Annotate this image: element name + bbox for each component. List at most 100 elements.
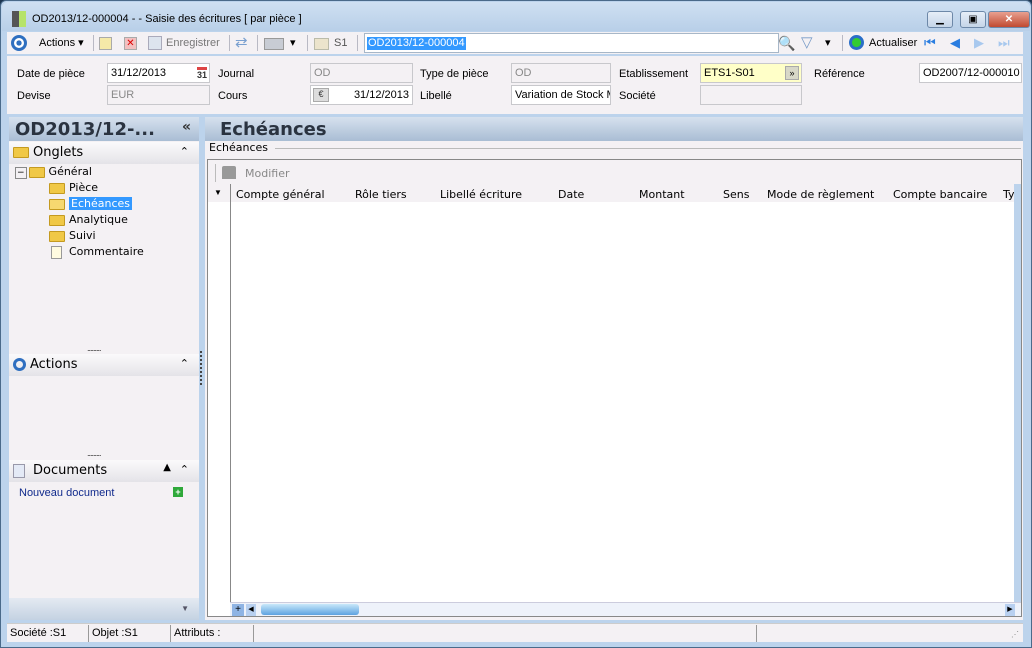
tree-item-suivi[interactable]: Suivi <box>15 229 195 245</box>
status-attributs: Attributs : <box>171 625 254 642</box>
modify-icon <box>222 166 236 179</box>
column-chooser-icon[interactable]: ▼ <box>214 188 222 197</box>
document-icon <box>51 245 62 259</box>
separator <box>93 35 94 51</box>
scrollbar-thumb[interactable] <box>261 604 359 615</box>
cours-label: Cours <box>218 90 248 102</box>
cours-value: 31/12/2013 <box>353 89 409 101</box>
sync-icon[interactable]: ⇄ <box>235 35 248 51</box>
cours-field[interactable]: €31/12/2013 <box>310 85 413 105</box>
company-button[interactable]: S1 <box>334 35 347 51</box>
new-icon[interactable] <box>99 37 112 50</box>
header-form: Date de pièce 31/12/2013 31 Devise EUR Jo… <box>7 56 1023 114</box>
onglets-header[interactable]: Onglets ⌃ <box>9 142 199 164</box>
separator <box>357 35 358 51</box>
documents-header[interactable]: Documents ▲ ⌃ <box>9 460 199 482</box>
collapse-panel-button[interactable]: « <box>182 119 191 135</box>
panel-scroll-down-button[interactable]: ▼ <box>9 598 199 620</box>
expand-icon[interactable]: − <box>15 167 27 179</box>
add-document-icon[interactable]: + <box>173 487 183 497</box>
close-button[interactable]: ✕ <box>988 11 1030 28</box>
vertical-scrollbar[interactable] <box>1014 184 1021 602</box>
separator <box>215 164 216 182</box>
etablissement-label: Etablissement <box>619 68 689 80</box>
new-document-link[interactable]: Nouveau document <box>19 487 114 499</box>
section-title: Echéances <box>205 117 1023 141</box>
column-header-date[interactable]: Date <box>558 188 584 201</box>
actions-menu[interactable]: Actions ▾ <box>39 35 84 51</box>
first-record-icon[interactable]: ⏮ <box>924 35 936 51</box>
column-header-compte-general[interactable]: Compte général <box>236 188 325 201</box>
tree-label: Echéances <box>69 197 132 210</box>
actions-header[interactable]: Actions ⌃ <box>9 354 199 376</box>
tree-item-echeances[interactable]: Echéances <box>15 197 195 213</box>
left-panel: OD2013/12-... « Onglets ⌃ − Général Pièce E… <box>9 117 199 620</box>
toolbar: Actions ▾ ✕ Enregistrer ⇄ ▾ S1 OD2013/12… <box>7 32 1023 54</box>
devise-field[interactable]: EUR <box>107 85 210 105</box>
separator <box>229 35 230 51</box>
tree-item-piece[interactable]: Pièce <box>15 181 195 197</box>
group-label: Echéances <box>209 141 268 154</box>
folder-icon <box>49 214 65 226</box>
scroll-right-button[interactable]: ▶ <box>1005 604 1015 616</box>
collapse-icon[interactable]: ⌃ <box>180 357 189 370</box>
libelle-field[interactable]: Variation de Stock M <box>511 85 611 105</box>
resize-grip-icon[interactable]: ⋰ <box>1011 630 1019 639</box>
folder-icon <box>314 38 329 50</box>
refresh-button[interactable]: Actualiser <box>869 35 917 51</box>
print-icon[interactable] <box>264 38 284 50</box>
scroll-up-icon[interactable]: ▲ <box>163 462 171 473</box>
splitter-handle[interactable]: ......... <box>87 448 101 458</box>
collapse-icon[interactable]: ⌃ <box>180 145 189 158</box>
tree-label: Analytique <box>69 213 128 226</box>
actions-icon <box>13 358 26 371</box>
column-header-sens[interactable]: Sens <box>723 188 749 201</box>
minimize-button[interactable]: ▁ <box>927 11 953 28</box>
vertical-splitter[interactable] <box>200 351 202 385</box>
type-field[interactable]: OD <box>511 63 611 83</box>
devise-label: Devise <box>17 90 51 102</box>
tree-node-general[interactable]: − Général <box>15 165 195 181</box>
horizontal-scrollbar[interactable]: + ◀ ▶ <box>230 602 1021 616</box>
actions-label: Actions <box>30 357 78 372</box>
modify-button[interactable]: Modifier <box>245 167 289 180</box>
save-button[interactable]: Enregistrer <box>166 35 220 51</box>
collapse-icon[interactable]: ⌃ <box>180 463 189 476</box>
onglets-label: Onglets <box>33 145 84 160</box>
filter-icon[interactable]: ▽ <box>801 35 813 51</box>
delete-icon[interactable]: ✕ <box>124 37 137 50</box>
reference-field[interactable]: OD2007/12-000010 <box>919 63 1022 83</box>
record-title-text: OD2013/12-... <box>15 119 155 140</box>
maximize-button[interactable]: ▣ <box>960 11 986 28</box>
etablissement-field[interactable]: ETS1-S01 » <box>700 63 802 83</box>
column-header-libelle-ecriture[interactable]: Libellé écriture <box>440 188 522 201</box>
societe-field[interactable] <box>700 85 802 105</box>
search-icon[interactable]: 🔍 <box>778 35 795 51</box>
filter-dropdown-icon[interactable]: ▾ <box>825 35 831 51</box>
dropdown-icon[interactable]: » <box>785 66 799 80</box>
tree-item-commentaire[interactable]: Commentaire <box>15 245 195 261</box>
splitter-handle[interactable]: ......... <box>87 343 101 353</box>
reference-label: Référence <box>814 68 865 80</box>
separator <box>307 35 308 51</box>
tree-item-analytique[interactable]: Analytique <box>15 213 195 229</box>
scroll-left-button[interactable]: ◀ <box>246 604 256 616</box>
column-header-compte-bancaire[interactable]: Compte bancaire <box>893 188 987 201</box>
search-input[interactable]: OD2013/12-000004 <box>364 33 779 53</box>
tree-label: Suivi <box>69 229 96 242</box>
add-row-button[interactable]: + <box>232 604 244 616</box>
column-header-montant[interactable]: Montant <box>639 188 685 201</box>
column-header-role-tiers[interactable]: Rôle tiers <box>355 188 407 201</box>
open-folder-icon <box>49 198 65 210</box>
calendar-icon[interactable]: 31 <box>196 67 207 80</box>
currency-icon[interactable]: € <box>313 88 329 102</box>
separator <box>257 35 258 51</box>
column-header-mode-reglement[interactable]: Mode de règlement <box>767 188 874 201</box>
print-dropdown-icon[interactable]: ▾ <box>290 35 296 51</box>
date-field[interactable]: 31/12/2013 31 <box>107 63 210 83</box>
journal-field[interactable]: OD <box>310 63 413 83</box>
previous-record-icon[interactable]: ◀ <box>950 35 960 51</box>
last-record-icon[interactable]: ⏭ <box>998 35 1010 51</box>
group-line <box>275 148 1021 149</box>
next-record-icon[interactable]: ▶ <box>974 35 984 51</box>
